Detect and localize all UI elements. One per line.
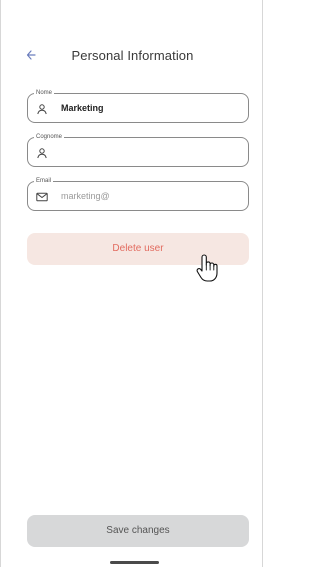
surname-field[interactable]: Cognome: [27, 133, 249, 167]
user-icon: [36, 146, 48, 159]
email-field-value: marketing@: [61, 191, 110, 201]
header: Personal Information: [1, 44, 264, 68]
hand-pointer-cursor-icon: [194, 253, 218, 283]
save-changes-button[interactable]: Save changes: [27, 515, 249, 547]
mail-icon: [36, 190, 48, 202]
home-indicator[interactable]: [110, 561, 159, 564]
email-field[interactable]: Email marketing@: [27, 177, 249, 211]
email-field-label: Email: [34, 177, 54, 185]
surname-field-label: Cognome: [34, 133, 65, 141]
personal-information-screen: Personal Information Nome Marketing Cogn…: [0, 0, 263, 567]
name-field-value: Marketing: [61, 103, 104, 113]
name-field[interactable]: Nome Marketing: [27, 89, 249, 123]
name-field-label: Nome: [34, 89, 55, 97]
page-title: Personal Information: [71, 48, 194, 63]
user-icon: [36, 102, 48, 115]
